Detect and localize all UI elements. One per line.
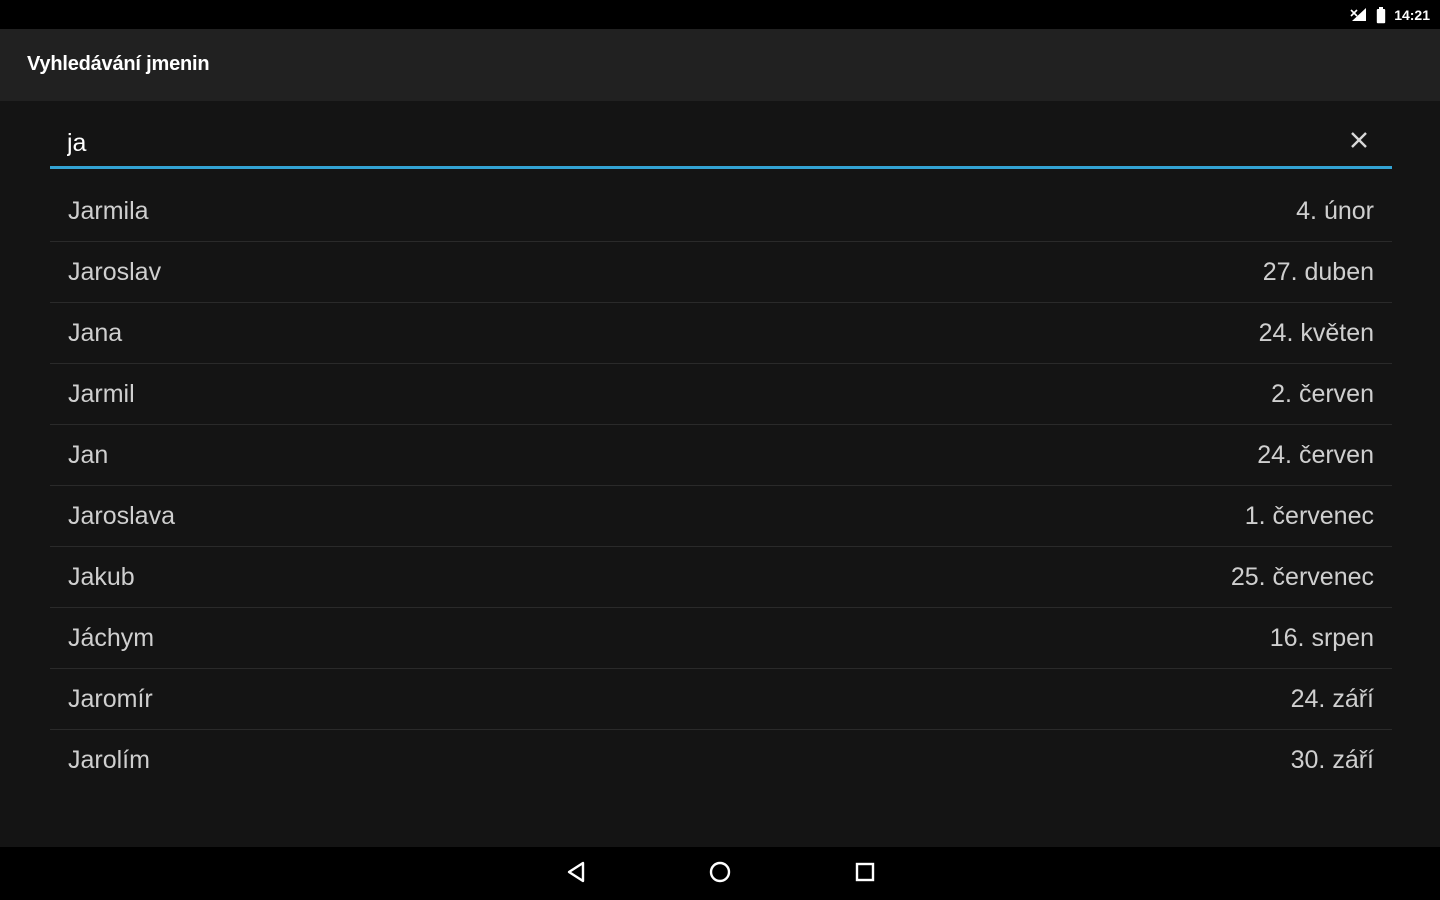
list-item[interactable]: Jan 24. červen bbox=[50, 425, 1392, 486]
recents-icon bbox=[854, 861, 876, 888]
date-label: 24. červen bbox=[1257, 440, 1374, 469]
name-label: Jakub bbox=[68, 562, 135, 591]
list-item[interactable]: Jarmil 2. červen bbox=[50, 364, 1392, 425]
name-label: Jana bbox=[68, 318, 123, 347]
date-label: 16. srpen bbox=[1269, 623, 1374, 652]
list-item[interactable]: Jaromír 24. září bbox=[50, 669, 1392, 730]
date-label: 27. duben bbox=[1262, 257, 1374, 286]
results-list: Jarmila 4. únor Jaroslav 27. duben Jana … bbox=[50, 181, 1392, 790]
back-icon bbox=[565, 860, 587, 889]
signal-icon bbox=[1350, 7, 1368, 23]
list-item[interactable]: Jakub 25. červenec bbox=[50, 547, 1392, 608]
main-content: Jarmila 4. únor Jaroslav 27. duben Jana … bbox=[0, 101, 1440, 847]
name-label: Jaromír bbox=[68, 684, 153, 713]
date-label: 30. září bbox=[1290, 745, 1374, 774]
status-icons: 14:21 bbox=[1350, 5, 1430, 25]
name-label: Jan bbox=[68, 440, 109, 469]
status-bar: 14:21 bbox=[0, 0, 1440, 29]
list-item[interactable]: Jáchym 16. srpen bbox=[50, 608, 1392, 669]
list-item[interactable]: Jarolím 30. září bbox=[50, 730, 1392, 790]
battery-icon bbox=[1376, 6, 1386, 24]
home-button[interactable] bbox=[705, 859, 735, 889]
name-label: Jaroslava bbox=[68, 501, 175, 530]
name-label: Jáchym bbox=[68, 623, 155, 652]
date-label: 25. červenec bbox=[1230, 562, 1374, 591]
close-icon bbox=[1350, 131, 1368, 154]
list-item[interactable]: Jana 24. květen bbox=[50, 303, 1392, 364]
app-title: Vyhledávání jmenin bbox=[27, 53, 210, 75]
date-label: 24. květen bbox=[1258, 318, 1374, 347]
name-label: Jarmila bbox=[68, 196, 149, 225]
date-label: 1. červenec bbox=[1244, 501, 1374, 530]
date-label: 24. září bbox=[1290, 684, 1374, 713]
list-item[interactable]: Jarmila 4. únor bbox=[50, 181, 1392, 242]
name-label: Jarmil bbox=[68, 379, 135, 408]
search-box bbox=[50, 119, 1392, 169]
recents-button[interactable] bbox=[850, 859, 880, 889]
navigation-bar bbox=[0, 847, 1440, 900]
list-item[interactable]: Jaroslava 1. červenec bbox=[50, 486, 1392, 547]
list-item[interactable]: Jaroslav 27. duben bbox=[50, 242, 1392, 303]
status-time: 14:21 bbox=[1394, 7, 1430, 23]
date-label: 4. únor bbox=[1296, 196, 1374, 225]
home-icon bbox=[708, 860, 732, 889]
app-bar: Vyhledávání jmenin bbox=[0, 29, 1440, 101]
date-label: 2. červen bbox=[1271, 379, 1374, 408]
name-label: Jaroslav bbox=[68, 257, 162, 286]
back-button[interactable] bbox=[561, 859, 591, 889]
clear-search-button[interactable] bbox=[1346, 129, 1372, 155]
name-label: Jarolím bbox=[68, 745, 150, 774]
search-input[interactable] bbox=[67, 125, 1307, 161]
